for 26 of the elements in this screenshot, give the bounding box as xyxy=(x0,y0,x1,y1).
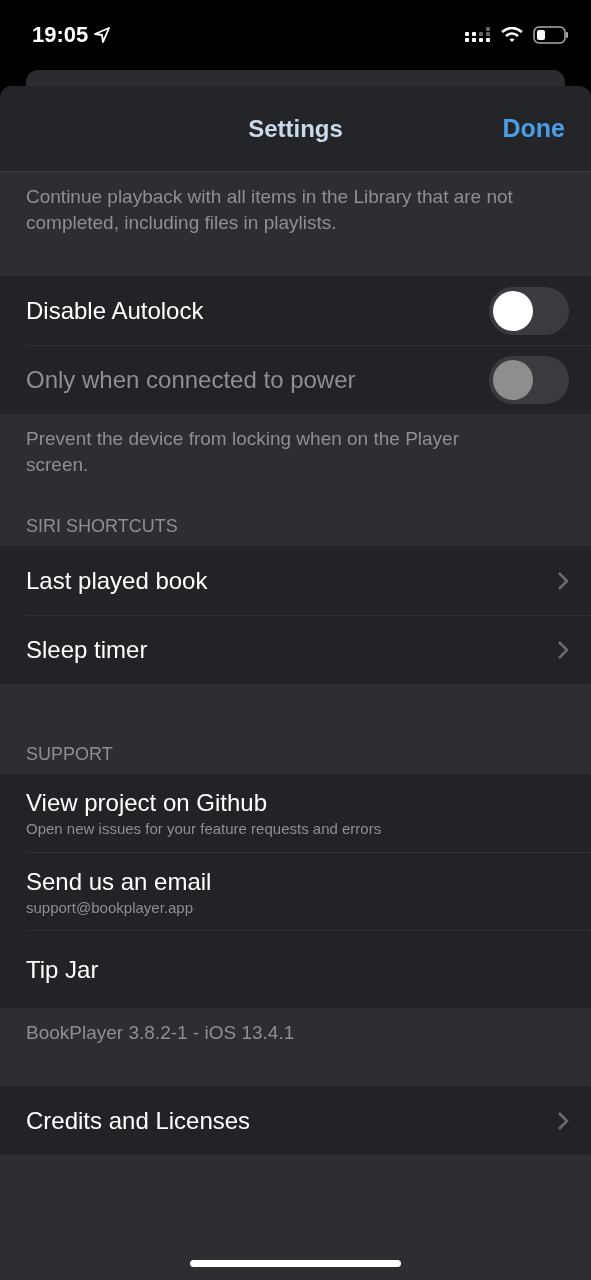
row-label: Disable Autolock xyxy=(26,296,204,325)
row-label[interactable]: Tip Jar xyxy=(26,955,99,984)
chevron-icon xyxy=(557,640,569,660)
signal-icon xyxy=(465,27,491,43)
battery-icon xyxy=(533,26,569,44)
row-label: Send us an email xyxy=(26,867,212,896)
section-footer: Prevent the device from locking when on the Player screen. xyxy=(0,414,492,500)
section-footer: Continue playback with all items in the Library that are not completed, including files in playlists. xyxy=(0,172,557,258)
status-time: 19:05 xyxy=(32,22,89,48)
wifi-icon xyxy=(501,27,523,43)
section-header: SIRI SHORTCUTS xyxy=(25,515,179,538)
section-header: SUPPORT xyxy=(25,743,114,766)
row-label: Last played book xyxy=(26,566,208,595)
location-arrow-icon xyxy=(94,27,111,43)
toggle-switch[interactable] xyxy=(489,286,569,335)
row-label: Sleep timer xyxy=(26,636,148,664)
chevron-icon xyxy=(557,1110,569,1131)
row-label: Credits and Licenses xyxy=(26,1106,251,1135)
row-label: Only when connected to power xyxy=(26,366,356,394)
done-button[interactable]: Done xyxy=(502,114,565,143)
row-subtitle: support@bookplayer.app xyxy=(26,898,194,916)
chevron-icon xyxy=(557,570,569,591)
nav-title: Settings xyxy=(248,114,343,143)
row-subtitle: Open new issues for your feature requests and errors xyxy=(26,820,382,837)
section-footer: BookPlayer 3.8.2-1 - iOS 13.4.1 xyxy=(0,1008,492,1068)
row-label: View project on Github xyxy=(26,789,269,817)
